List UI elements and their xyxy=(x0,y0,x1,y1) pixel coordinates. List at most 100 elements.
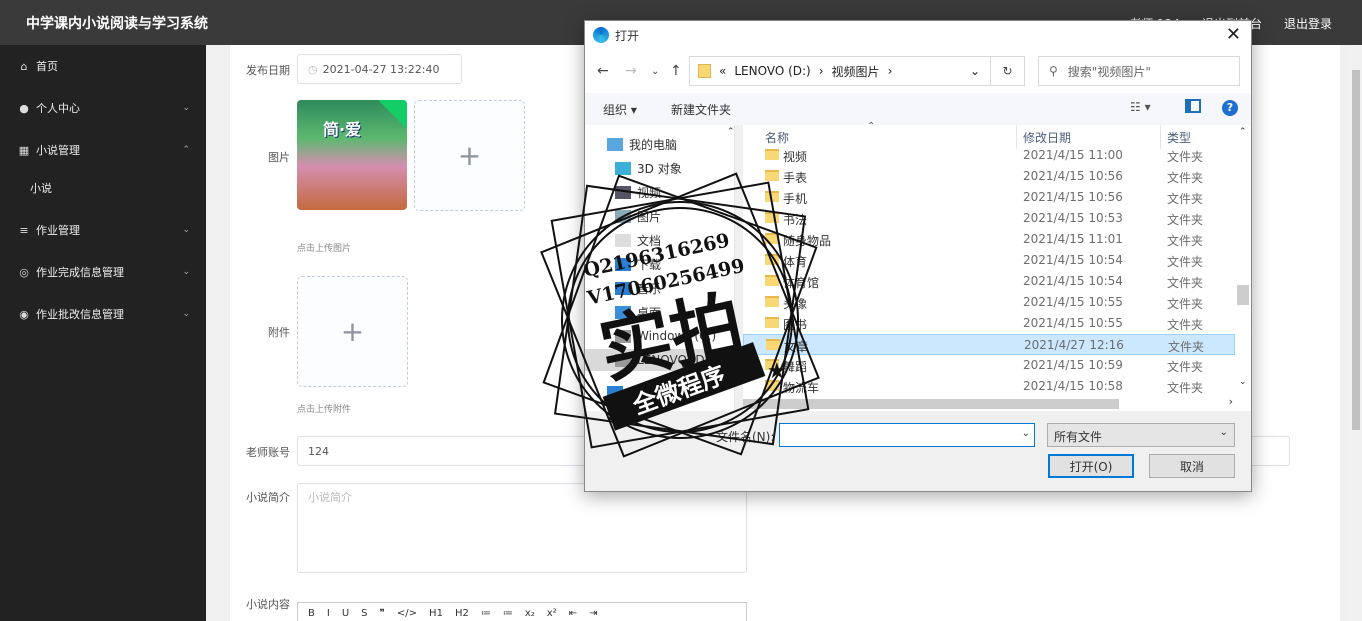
file-row[interactable]: 书法 2021/4/15 10:53 文件夹 xyxy=(743,208,1235,229)
cancel-button[interactable]: 取消 xyxy=(1149,454,1235,478)
page-scrollbar-thumb[interactable] xyxy=(1352,70,1360,430)
sort-ascending-icon: ⌃ xyxy=(867,121,876,132)
tree-scroll-up-icon[interactable]: ⌃ xyxy=(727,127,735,137)
image-upload-button[interactable]: + xyxy=(414,100,525,211)
logout-link[interactable]: 退出登录 xyxy=(1284,15,1332,32)
tree-item-drive-c[interactable]: Windows (C:) xyxy=(615,325,716,347)
subscript-button[interactable]: x₂ xyxy=(525,608,535,619)
intro-textarea[interactable]: 小说简介 xyxy=(297,483,747,573)
file-row[interactable]: 物流车 2021/4/15 10:58 文件夹 xyxy=(743,376,1235,397)
back-arrow-icon[interactable]: ← xyxy=(597,63,609,79)
breadcrumb-overflow[interactable]: « xyxy=(719,64,726,78)
strike-button[interactable]: S xyxy=(361,608,367,619)
uploaded-image-thumbnail[interactable]: 简·爱 xyxy=(297,100,407,210)
file-type-select[interactable]: 所有文件 ⌄ xyxy=(1047,423,1235,447)
open-button[interactable]: 打开(O) xyxy=(1048,454,1134,478)
file-type: 文件夹 xyxy=(1167,360,1204,374)
folder-search-input[interactable]: ⚲ 搜索"视频图片" xyxy=(1038,56,1240,86)
bold-button[interactable]: B xyxy=(308,608,315,619)
address-bar-row: ← → ⌄ ↑ « LENOVO (D:) › 视频图片 › ⌄ ↻ ⚲ 搜索"… xyxy=(585,49,1251,93)
indent-button[interactable]: ⇥ xyxy=(589,608,597,619)
home-icon: ⌂ xyxy=(20,59,28,73)
sidebar-item-profile[interactable]: ● 个人中心 ⌄ xyxy=(0,93,206,123)
vertical-scroll-thumb[interactable] xyxy=(1237,285,1249,305)
up-arrow-icon[interactable]: ↑ xyxy=(670,63,682,79)
file-name: 图书 xyxy=(783,318,808,332)
file-row[interactable]: 体育馆 2021/4/15 10:54 文件夹 xyxy=(743,271,1235,292)
scroll-down-icon[interactable]: ⌄ xyxy=(1239,377,1247,387)
sidebar-item-grading-management[interactable]: ◉ 作业批改信息管理 ⌄ xyxy=(0,299,206,329)
sidebar-item-novel-management[interactable]: ▦ 小说管理 ⌃ xyxy=(0,135,206,165)
tree-item-documents[interactable]: 文档 xyxy=(615,229,661,251)
path-dropdown-icon[interactable]: ⌄ xyxy=(970,64,980,78)
filename-dropdown-icon[interactable]: ⌄ xyxy=(1022,428,1030,439)
sidebar-item-homework-management[interactable]: ≡ 作业管理 ⌄ xyxy=(0,215,206,245)
tree-item-desktop[interactable]: 桌面 xyxy=(615,301,661,323)
grid-icon: ▦ xyxy=(18,143,30,157)
tree-item-videos[interactable]: 视频 xyxy=(615,181,661,203)
file-name: 舞蹈 xyxy=(783,360,808,374)
close-icon[interactable]: ✕ xyxy=(1226,24,1241,45)
breadcrumb-separator: › xyxy=(818,64,824,78)
ordered-list-button[interactable]: ≔ xyxy=(481,608,491,619)
help-icon[interactable]: ? xyxy=(1222,100,1238,116)
tree-item-pictures[interactable]: 图片 xyxy=(615,205,661,227)
tree-item-drive-d[interactable]: LENOVO (D:) xyxy=(585,349,725,371)
bullet-list-button[interactable]: ≔ xyxy=(503,608,513,619)
file-row[interactable]: 手机 2021/4/15 10:56 文件夹 xyxy=(743,187,1235,208)
command-bar: 组织 ▾ 新建文件夹 ☷ ▾ ? xyxy=(585,93,1251,125)
thumbnail-title: 简·爱 xyxy=(323,120,362,139)
breadcrumb-folder[interactable]: 视频图片 xyxy=(832,63,880,80)
preview-pane-icon[interactable] xyxy=(1185,99,1201,113)
file-row[interactable]: 随身物品 2021/4/15 11:01 文件夹 xyxy=(743,229,1235,250)
publish-date-picker[interactable]: ◷ 2021-04-27 13:22:40 xyxy=(297,54,462,84)
file-row[interactable]: 文章 2021/4/27 12:16 文件夹 xyxy=(743,334,1235,355)
file-name: 体育 xyxy=(783,255,808,269)
horizontal-scroll-thumb[interactable] xyxy=(743,399,1119,409)
sidebar-item-home[interactable]: ⌂ 首页 xyxy=(0,51,206,81)
folder-icon xyxy=(766,339,780,350)
file-row[interactable]: 体育 2021/4/15 10:54 文件夹 xyxy=(743,250,1235,271)
file-row[interactable]: 头像 2021/4/15 10:55 文件夹 xyxy=(743,292,1235,313)
file-list-vertical-scrollbar[interactable]: ⌃ ⌄ xyxy=(1235,125,1251,411)
drive-icon xyxy=(615,353,631,367)
file-row[interactable]: 舞蹈 2021/4/15 10:59 文件夹 xyxy=(743,355,1235,376)
tree-item-downloads[interactable]: 下载 xyxy=(615,253,661,275)
h2-button[interactable]: H2 xyxy=(455,608,469,619)
file-name: 体育馆 xyxy=(783,276,820,290)
file-type-value: 所有文件 xyxy=(1054,430,1103,444)
file-row[interactable]: 图书 2021/4/15 10:55 文件夹 xyxy=(743,313,1235,334)
breadcrumb-drive[interactable]: LENOVO (D:) xyxy=(734,64,810,78)
plus-icon: + xyxy=(457,139,482,172)
organize-menu[interactable]: 组织 ▾ xyxy=(603,101,637,118)
tree-item-3d-objects[interactable]: 3D 对象 xyxy=(615,157,682,179)
code-button[interactable]: </> xyxy=(397,608,417,619)
sidebar-item-completion-management[interactable]: ◎ 作业完成信息管理 ⌄ xyxy=(0,257,206,287)
file-row[interactable]: 视频 2021/4/15 11:00 文件夹 xyxy=(743,145,1235,166)
outdent-button[interactable]: ⇤ xyxy=(569,608,577,619)
scroll-up-icon[interactable]: ⌃ xyxy=(1239,127,1247,137)
folder-icon xyxy=(765,317,779,328)
dialog-titlebar: 打开 ✕ xyxy=(585,21,1251,49)
sidebar-item-novel[interactable]: 小说 xyxy=(0,173,206,203)
tree-item-this-pc[interactable]: 我的电脑 xyxy=(607,133,677,155)
forward-arrow-icon[interactable]: → xyxy=(625,63,637,79)
refresh-icon[interactable]: ↻ xyxy=(991,56,1025,86)
tree-item-music[interactable]: 音乐 xyxy=(615,277,661,299)
filename-input[interactable]: ⌄ xyxy=(779,423,1035,447)
recent-chevron-icon[interactable]: ⌄ xyxy=(651,66,659,77)
page-scrollbar[interactable] xyxy=(1350,45,1362,621)
underline-button[interactable]: U xyxy=(342,608,349,619)
italic-button[interactable]: I xyxy=(327,608,330,619)
scroll-right-icon[interactable]: › xyxy=(1229,395,1233,408)
file-list-horizontal-scrollbar[interactable]: › xyxy=(743,395,1235,411)
superscript-button[interactable]: x² xyxy=(547,608,557,619)
new-folder-button[interactable]: 新建文件夹 xyxy=(671,101,731,118)
path-breadcrumb[interactable]: « LENOVO (D:) › 视频图片 › ⌄ xyxy=(689,56,991,86)
attachment-upload-button[interactable]: + xyxy=(297,276,408,387)
view-options-icon[interactable]: ☷ ▾ xyxy=(1130,100,1151,114)
file-row[interactable]: 手表 2021/4/15 10:56 文件夹 xyxy=(743,166,1235,187)
tree-item-network[interactable]: 网络 xyxy=(607,381,653,403)
h1-button[interactable]: H1 xyxy=(429,608,443,619)
quote-button[interactable]: ❞ xyxy=(380,608,385,619)
